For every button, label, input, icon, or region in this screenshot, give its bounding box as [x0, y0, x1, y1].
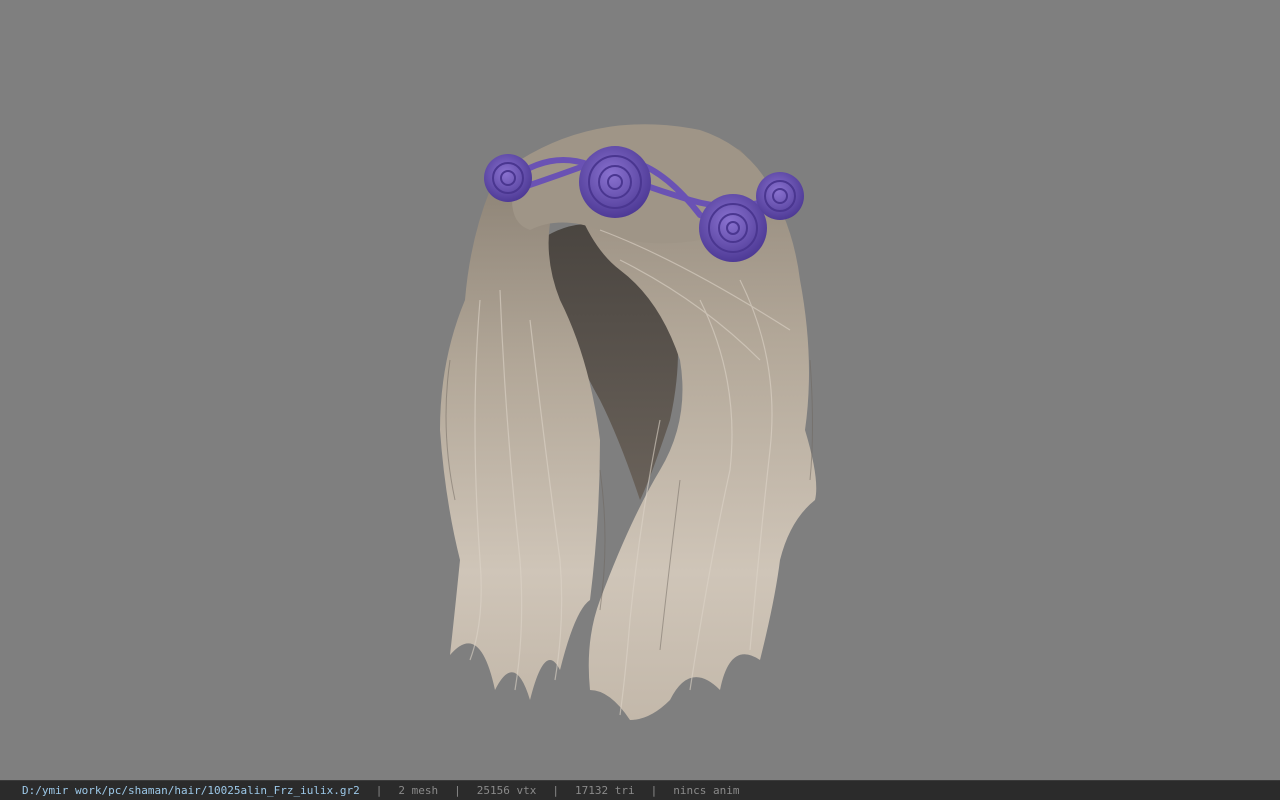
status-bar: D:/ymir work/pc/shaman/hair/10025alin_Fr…: [0, 780, 1280, 800]
mesh-count: 2 mesh: [398, 784, 439, 797]
status-separator: |: [454, 784, 461, 797]
rose-right: [699, 194, 767, 262]
hair-model-render: [440, 124, 817, 720]
file-path: D:/ymir work/pc/shaman/hair/10025alin_Fr…: [22, 784, 360, 797]
rose-left: [484, 154, 532, 202]
3d-viewport[interactable]: [0, 0, 1280, 780]
rose-far-right: [756, 172, 804, 220]
status-separator: |: [650, 784, 658, 797]
status-separator: |: [375, 784, 383, 797]
triangle-count: 17132 tri: [575, 784, 635, 797]
animation-info: nincs anim: [673, 784, 740, 797]
rose-center: [579, 146, 651, 218]
vertex-count: 25156 vtx: [476, 784, 537, 797]
status-separator: |: [552, 784, 559, 797]
